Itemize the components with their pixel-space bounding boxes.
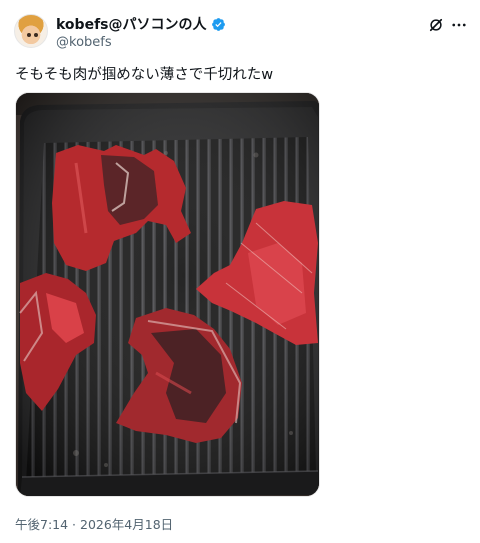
author-name-row: kobefs@パソコンの人	[56, 15, 390, 33]
author-handle[interactable]: @kobefs	[56, 35, 390, 50]
grill-meat-photo	[16, 93, 319, 496]
tweet-photo[interactable]	[15, 92, 320, 497]
tweet-timestamp[interactable]: 午後7:14 · 2026年4月18日	[15, 514, 173, 533]
verified-badge-icon	[211, 17, 225, 31]
author-avatar[interactable]	[14, 14, 48, 48]
grok-icon[interactable]	[427, 16, 445, 34]
tweet-header: kobefs@パソコンの人 @kobefs	[56, 15, 390, 50]
author-display-name[interactable]: kobefs@パソコンの人	[56, 14, 207, 34]
timestamp-link[interactable]: 午後7:14 · 2026年4月18日	[15, 517, 173, 532]
tweet-text: そもそも肉が掴めない薄さで千切れたw	[15, 67, 274, 83]
more-options-icon[interactable]	[450, 16, 468, 34]
